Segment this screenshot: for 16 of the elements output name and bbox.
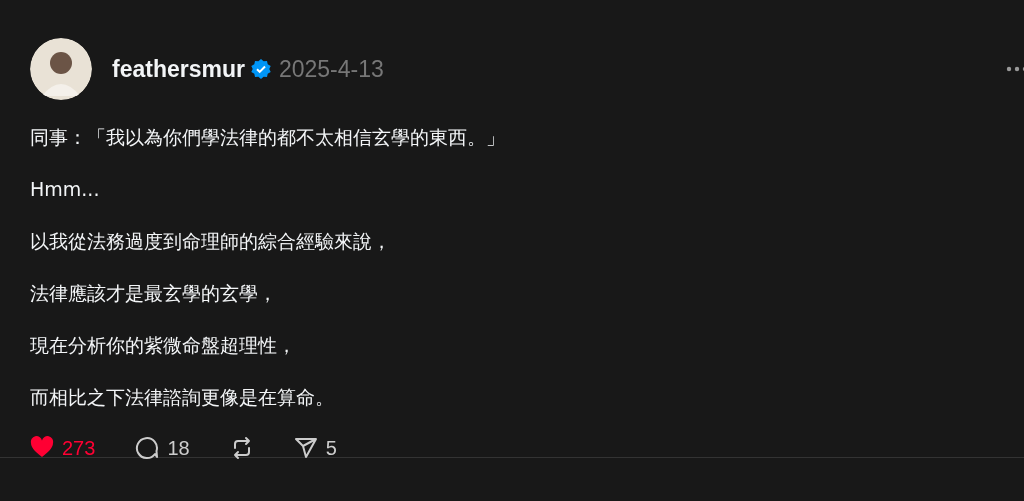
author-name[interactable]: feathersmur [112,55,245,83]
post-date: 2025-4-13 [278,55,384,83]
post-text: 法律應該才是最玄學的玄學， [30,281,278,306]
heart-icon [30,436,54,460]
comment-button[interactable]: 18 [135,436,190,460]
speech-bubble-icon [135,436,160,460]
like-button[interactable]: 273 [30,436,96,460]
post-text: 現在分析你的紫微命盤超理性， [30,333,297,358]
post-text: 而相比之下法律諮詢更像是在算命。 [30,385,335,410]
post-text: Hmm... [30,177,101,202]
post-text: 同事：「我以為你們學法律的都不太相信玄學的東西。」 [30,125,506,150]
paper-plane-icon [293,436,318,460]
more-icon[interactable] [1006,66,1024,72]
avatar[interactable] [30,38,92,100]
share-button[interactable]: 5 [293,436,337,460]
post-text: 以我從法務過度到命理師的綜合經驗來說， [30,229,392,254]
